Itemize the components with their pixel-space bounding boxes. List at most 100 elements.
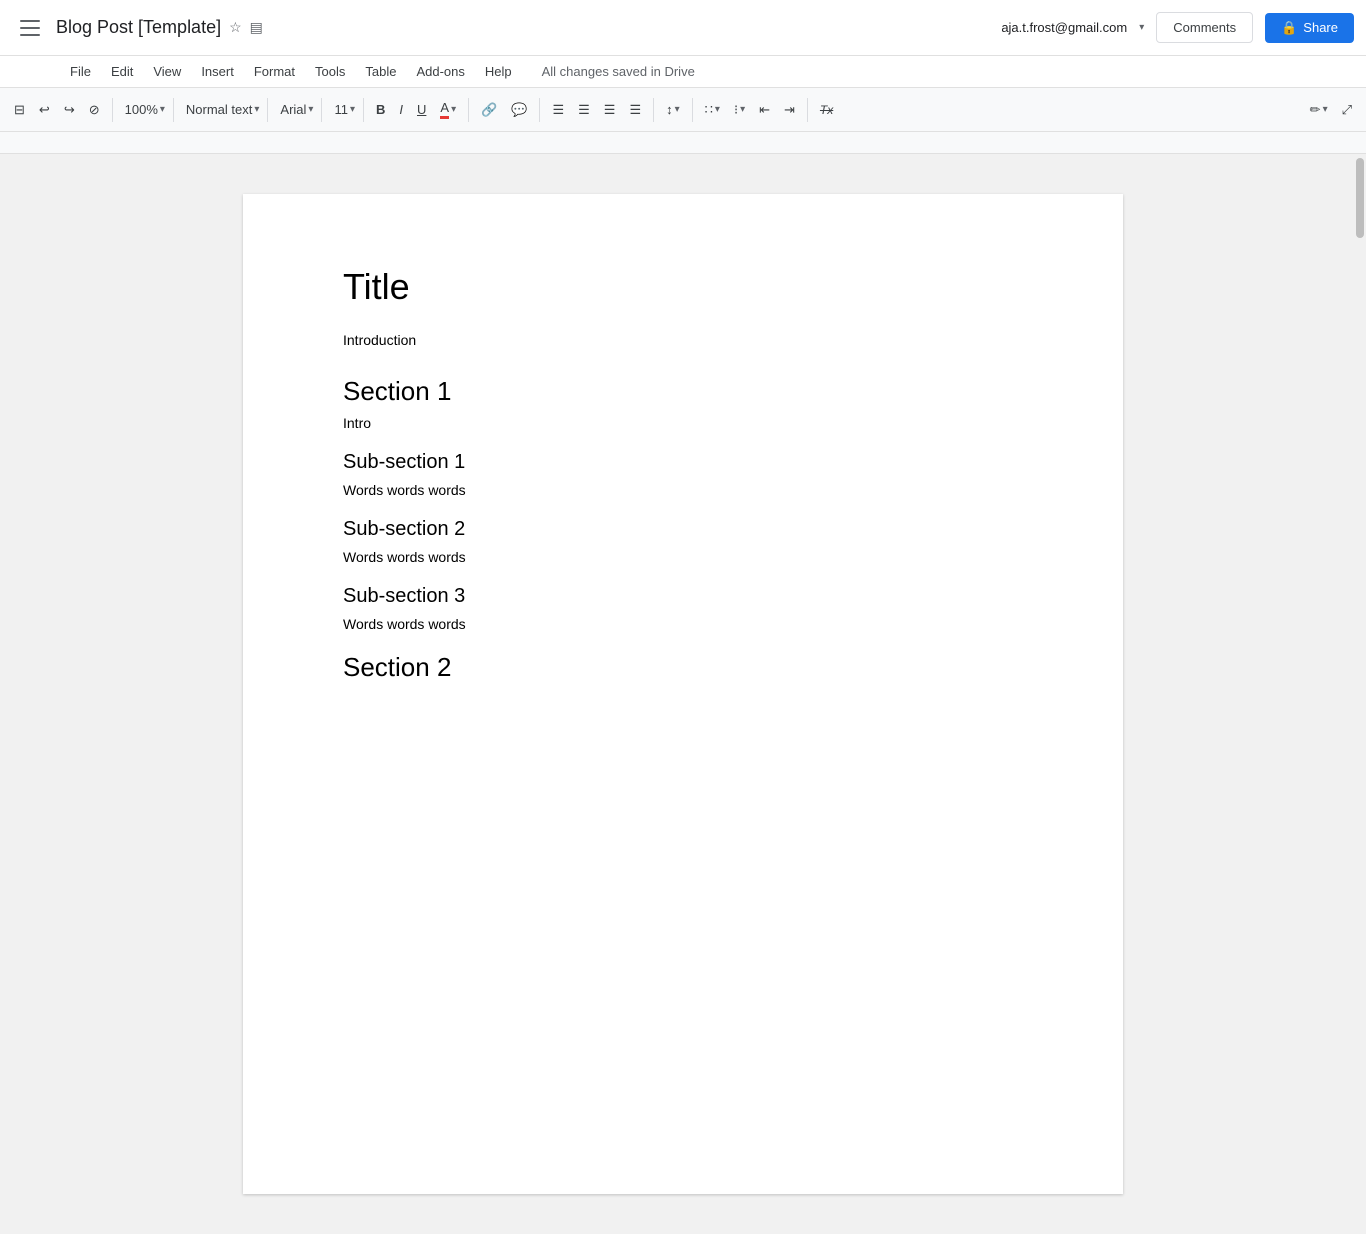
top-bar: Blog Post [Template] ☆ ▤ aja.t.frost@gma…: [0, 0, 1366, 56]
menu-file[interactable]: File: [60, 60, 101, 83]
introduction-text[interactable]: Introduction: [343, 332, 1023, 348]
bulleted-list-icon: ⁝: [734, 102, 738, 118]
app-menu-icon[interactable]: [12, 10, 48, 46]
link-icon: 🔗: [481, 102, 497, 118]
menu-help[interactable]: Help: [475, 60, 522, 83]
undo-icon: ↩: [39, 102, 50, 118]
separator-6: [468, 98, 469, 122]
document-title[interactable]: Title: [343, 266, 1023, 308]
decrease-indent-button[interactable]: ⇤: [753, 98, 776, 122]
align-left-icon: ☰: [552, 102, 564, 118]
align-left-button[interactable]: ☰: [546, 98, 570, 122]
bold-icon: B: [376, 102, 385, 117]
align-center-icon: ☰: [578, 102, 590, 118]
scrollbar-thumb[interactable]: [1356, 158, 1364, 238]
subsection1-body[interactable]: Words words words: [343, 482, 1023, 498]
separator-9: [692, 98, 693, 122]
zoom-value: 100%: [125, 102, 158, 117]
share-label: Share: [1303, 20, 1338, 35]
line-spacing-button[interactable]: ↕ ▾: [660, 98, 686, 121]
pen-icon: ✏: [1310, 102, 1321, 118]
underline-button[interactable]: U: [411, 98, 432, 121]
separator-1: [112, 98, 113, 122]
content-area: Title Introduction Section 1 Intro Sub-s…: [0, 154, 1366, 1234]
align-justify-button[interactable]: ☰: [623, 98, 647, 122]
menu-insert[interactable]: Insert: [191, 60, 244, 83]
italic-icon: I: [399, 102, 403, 117]
font-size-chevron: ▾: [350, 104, 355, 115]
save-status: All changes saved in Drive: [542, 64, 695, 79]
section1-heading[interactable]: Section 1: [343, 376, 1023, 407]
separator-3: [267, 98, 268, 122]
decrease-indent-icon: ⇤: [759, 102, 770, 118]
ruler: [0, 132, 1366, 154]
numbered-list-button[interactable]: ∷ ▾: [699, 98, 726, 122]
align-center-button[interactable]: ☰: [572, 98, 596, 122]
doc-title[interactable]: Blog Post [Template]: [56, 17, 221, 38]
user-dropdown-arrow[interactable]: ▾: [1139, 22, 1144, 33]
top-right-area: aja.t.frost@gmail.com ▾ Comments 🔒 Share: [1001, 12, 1354, 43]
font-color-icon: A: [440, 100, 449, 119]
font-chevron: ▾: [308, 104, 313, 115]
comments-button[interactable]: Comments: [1156, 12, 1253, 43]
lock-icon: 🔒: [1281, 20, 1297, 36]
menu-tools[interactable]: Tools: [305, 60, 355, 83]
print-icon: ⊟: [14, 102, 25, 118]
doc-title-area: Blog Post [Template] ☆ ▤: [56, 17, 1001, 38]
clear-formatting-button[interactable]: Tx: [814, 99, 839, 121]
section1-intro[interactable]: Intro: [343, 415, 1023, 431]
link-button[interactable]: 🔗: [475, 98, 503, 122]
align-right-button[interactable]: ☰: [598, 98, 622, 122]
folder-icon[interactable]: ▤: [250, 19, 263, 36]
print-button[interactable]: ⊟: [8, 98, 31, 122]
scrollbar[interactable]: [1354, 154, 1366, 768]
menu-edit[interactable]: Edit: [101, 60, 143, 83]
share-button[interactable]: 🔒 Share: [1265, 13, 1354, 43]
separator-2: [173, 98, 174, 122]
expand-icon: ⤢: [1342, 102, 1352, 118]
user-email: aja.t.frost@gmail.com: [1001, 20, 1127, 35]
separator-4: [321, 98, 322, 122]
bulleted-list-button[interactable]: ⁝ ▾: [728, 98, 751, 122]
italic-button[interactable]: I: [393, 98, 409, 121]
menu-table[interactable]: Table: [355, 60, 406, 83]
document-page[interactable]: Title Introduction Section 1 Intro Sub-s…: [243, 194, 1123, 1194]
expand-toolbar-button[interactable]: ⤢: [1336, 98, 1358, 122]
zoom-dropdown[interactable]: 100% ▾: [119, 98, 167, 121]
separator-7: [539, 98, 540, 122]
subsection3-body[interactable]: Words words words: [343, 616, 1023, 632]
line-spacing-icon: ↕: [666, 102, 673, 117]
font-value: Arial: [280, 102, 306, 117]
redo-icon: ↪: [64, 102, 75, 118]
paint-format-icon: ⊘: [89, 102, 100, 118]
subsection3-heading[interactable]: Sub-section 3: [343, 585, 1023, 608]
undo-button[interactable]: ↩: [33, 98, 56, 122]
clear-formatting-icon: Tx: [820, 103, 833, 117]
font-size-value: 11: [334, 102, 348, 117]
menu-format[interactable]: Format: [244, 60, 305, 83]
menu-view[interactable]: View: [143, 60, 191, 83]
menu-bar: File Edit View Insert Format Tools Table…: [0, 56, 1366, 88]
subsection2-body[interactable]: Words words words: [343, 549, 1023, 565]
section2-heading[interactable]: Section 2: [343, 652, 1023, 683]
pen-color-button[interactable]: ✏ ▾: [1304, 98, 1334, 122]
font-dropdown[interactable]: Arial ▾: [274, 98, 315, 121]
bold-button[interactable]: B: [370, 98, 391, 121]
subsection2-heading[interactable]: Sub-section 2: [343, 518, 1023, 541]
paint-format-button[interactable]: ⊘: [83, 98, 106, 122]
separator-10: [807, 98, 808, 122]
font-size-dropdown[interactable]: 11 ▾: [328, 98, 357, 121]
redo-button[interactable]: ↪: [58, 98, 81, 122]
star-icon[interactable]: ☆: [229, 19, 242, 36]
style-dropdown[interactable]: Normal text ▾: [180, 98, 262, 121]
increase-indent-button[interactable]: ⇥: [778, 98, 801, 122]
style-value: Normal text: [186, 102, 252, 117]
separator-8: [653, 98, 654, 122]
zoom-chevron: ▾: [160, 104, 165, 115]
font-color-button[interactable]: A ▾: [434, 96, 462, 123]
subsection1-heading[interactable]: Sub-section 1: [343, 451, 1023, 474]
separator-5: [363, 98, 364, 122]
increase-indent-icon: ⇥: [784, 102, 795, 118]
comment-button[interactable]: 💬: [505, 98, 533, 122]
menu-addons[interactable]: Add-ons: [406, 60, 474, 83]
